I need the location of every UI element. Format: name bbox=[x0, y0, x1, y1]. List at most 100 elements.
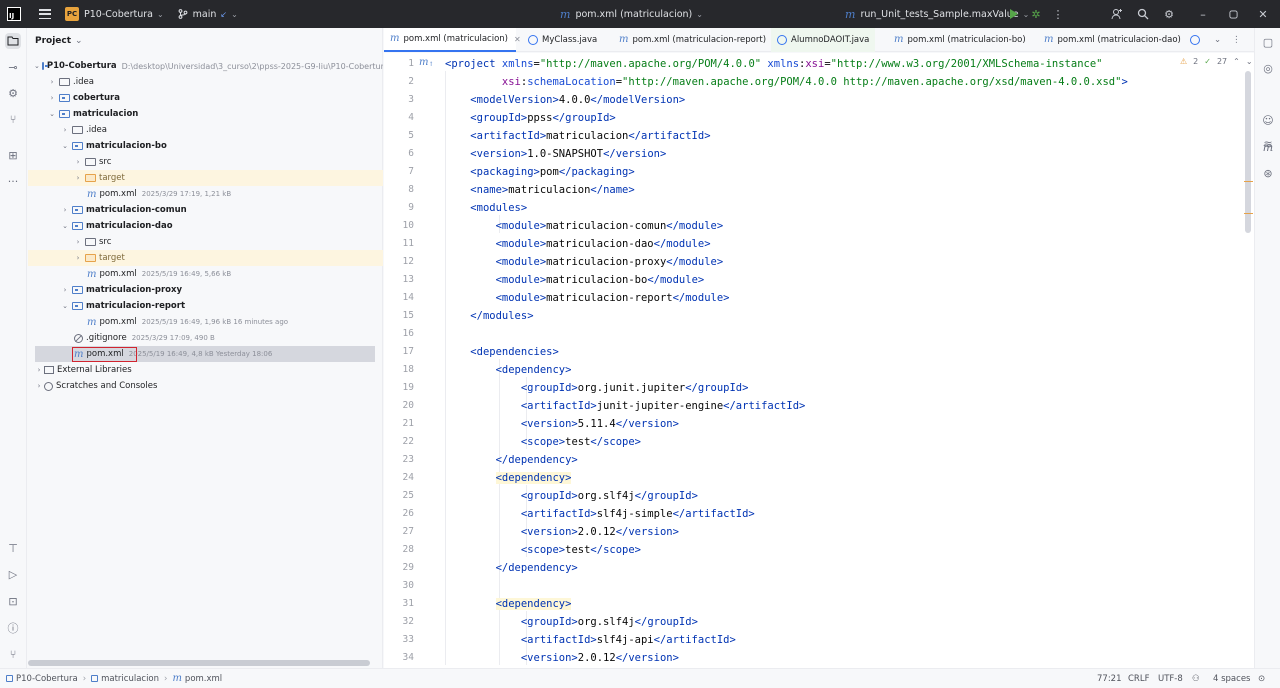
git-branch-switcher[interactable]: main bbox=[193, 9, 217, 20]
more-tools-icon[interactable]: ··· bbox=[5, 173, 21, 189]
code-line[interactable]: <version>2.0.12</version> bbox=[445, 523, 679, 541]
code-line[interactable]: <module>matriculacion-bo</module> bbox=[445, 271, 705, 289]
chevron-right-icon[interactable]: › bbox=[60, 286, 70, 294]
tree-row-src[interactable]: › src bbox=[28, 234, 383, 250]
main-menu-icon[interactable] bbox=[39, 9, 51, 19]
code-line[interactable]: <version>2.0.12</version> bbox=[445, 649, 679, 667]
line-number[interactable]: 11 bbox=[384, 235, 414, 253]
line-number[interactable]: 32 bbox=[384, 613, 414, 631]
commit-icon[interactable]: ⊸ bbox=[5, 59, 21, 75]
code-line[interactable]: <version>5.11.4</version> bbox=[445, 415, 679, 433]
vcs-status-icon[interactable]: ⚇ bbox=[1192, 669, 1200, 688]
chevron-down-icon[interactable]: ⌄ bbox=[34, 62, 40, 70]
structure-icon[interactable]: ⊞ bbox=[5, 147, 21, 163]
breadcrumb-project[interactable]: P10-Cobertura bbox=[16, 674, 78, 684]
tree-row-target[interactable]: › target bbox=[28, 170, 383, 186]
project-chevron-down-icon[interactable]: ⌄ bbox=[157, 10, 164, 19]
chevron-down-icon[interactable]: ⌄ bbox=[1246, 57, 1253, 66]
project-badge-icon[interactable]: PC bbox=[65, 7, 79, 21]
chevron-right-icon[interactable]: › bbox=[60, 206, 70, 214]
vertical-scrollbar[interactable] bbox=[1245, 71, 1251, 233]
code-line[interactable]: <dependency> bbox=[445, 361, 572, 379]
code-line[interactable]: <name>matriculacion</name> bbox=[445, 181, 634, 199]
breadcrumb-file[interactable]: pom.xml bbox=[185, 674, 222, 684]
line-number[interactable]: 12 bbox=[384, 253, 414, 271]
line-number[interactable]: 28 bbox=[384, 541, 414, 559]
tree-row-pom-dao[interactable]: m pom.xml 2025/5/19 16:49, 5,66 kB bbox=[28, 266, 383, 282]
code-line[interactable]: <modelVersion>4.0.0</modelVersion> bbox=[445, 91, 685, 109]
debug-icon[interactable]: ✲ bbox=[1029, 7, 1043, 21]
code-line[interactable]: <module>matriculacion-report</module> bbox=[445, 289, 730, 307]
tree-row-project-root[interactable]: ⌄ P10-Cobertura D:\desktop\Universidad\3… bbox=[28, 58, 383, 74]
restore-icon[interactable] bbox=[1226, 7, 1240, 21]
code-line[interactable]: <module>matriculacion-proxy</module> bbox=[445, 253, 724, 271]
file-encoding[interactable]: UTF-8 bbox=[1158, 669, 1183, 688]
tree-row-external-libraries[interactable]: › External Libraries bbox=[28, 362, 383, 378]
tree-row-matriculacion-report[interactable]: ⌄ matriculacion-report bbox=[28, 298, 383, 314]
line-number[interactable]: 3 bbox=[384, 91, 414, 109]
line-number[interactable]: 16 bbox=[384, 325, 414, 343]
caret-position[interactable]: 77:21 bbox=[1097, 669, 1122, 688]
tree-row-cobertura[interactable]: › cobertura bbox=[28, 90, 383, 106]
tab-pom-dao[interactable]: m pom.xml (matriculacion-dao) bbox=[1038, 28, 1187, 52]
line-number[interactable]: 19 bbox=[384, 379, 414, 397]
tabs-more-icon[interactable]: ⋮ bbox=[1232, 28, 1241, 52]
tab-pom-matriculacion[interactable]: m pom.xml (matriculacion) ✕ bbox=[384, 28, 521, 52]
endpoints-icon[interactable]: ⊛ bbox=[1260, 165, 1276, 181]
notifications-icon[interactable]: ▢ bbox=[1260, 34, 1276, 50]
maven-tool-icon[interactable]: m bbox=[1260, 139, 1276, 155]
add-user-icon[interactable] bbox=[1110, 7, 1124, 21]
line-number[interactable]: 27 bbox=[384, 523, 414, 541]
chevron-up-icon[interactable]: ⌃ bbox=[1233, 57, 1240, 66]
chevron-right-icon[interactable]: › bbox=[47, 94, 57, 102]
line-number[interactable]: 9 bbox=[384, 199, 414, 217]
run-icon[interactable] bbox=[1007, 7, 1021, 21]
tree-row-scratches[interactable]: › Scratches and Consoles bbox=[28, 378, 383, 394]
close-icon[interactable]: ✕ bbox=[1256, 7, 1270, 21]
line-number[interactable]: 31 bbox=[384, 595, 414, 613]
intellij-logo-icon[interactable]: IJ bbox=[7, 7, 21, 21]
line-number[interactable]: 21 bbox=[384, 415, 414, 433]
code-line[interactable]: xsi:schemaLocation="http://maven.apache.… bbox=[445, 73, 1128, 91]
line-number[interactable]: 8 bbox=[384, 181, 414, 199]
code-line[interactable]: <groupId>ppss</groupId> bbox=[445, 109, 615, 127]
code-line[interactable]: <groupId>org.slf4j</groupId> bbox=[445, 487, 698, 505]
tab-pom-report[interactable]: m pom.xml (matriculacion-report) bbox=[613, 28, 772, 52]
code-line[interactable]: <groupId>org.junit.jupiter</groupId> bbox=[445, 379, 749, 397]
line-number[interactable]: 20 bbox=[384, 397, 414, 415]
line-number[interactable]: 4 bbox=[384, 109, 414, 127]
code-line[interactable]: <scope>test</scope> bbox=[445, 541, 641, 559]
warning-stripe-mark[interactable] bbox=[1244, 181, 1253, 182]
tree-row-matriculacion-proxy[interactable]: › matriculacion-proxy bbox=[28, 282, 383, 298]
project-panel-header[interactable]: Project ⌄ bbox=[35, 36, 83, 46]
chevron-right-icon[interactable]: › bbox=[73, 238, 83, 246]
more-actions-icon[interactable]: ⋮ bbox=[1051, 7, 1065, 21]
tab-overflow-class-icon[interactable] bbox=[1190, 28, 1204, 52]
tree-row-pom-matriculacion[interactable]: m pom.xml 2025/5/19 16:49, 4,8 kB Yester… bbox=[35, 346, 375, 362]
code-line[interactable]: <modules> bbox=[445, 199, 527, 217]
problems-icon[interactable]: ⓘ bbox=[5, 620, 21, 636]
line-number[interactable]: 15 bbox=[384, 307, 414, 325]
line-number[interactable]: 34 bbox=[384, 649, 414, 667]
code-line[interactable]: <artifactId>matriculacion</artifactId> bbox=[445, 127, 710, 145]
indent-setting[interactable]: 4 spaces bbox=[1213, 669, 1250, 688]
build-hammer-icon[interactable]: ⊤ bbox=[5, 540, 21, 556]
line-number[interactable]: 14 bbox=[384, 289, 414, 307]
project-switcher[interactable]: P10-Cobertura bbox=[84, 9, 153, 20]
code-line[interactable]: <project xmlns="http://maven.apache.org/… bbox=[445, 55, 1102, 73]
line-number[interactable]: 26 bbox=[384, 505, 414, 523]
chevron-right-icon[interactable]: › bbox=[73, 158, 83, 166]
breadcrumb-module[interactable]: matriculacion bbox=[101, 674, 159, 684]
chevron-right-icon[interactable]: › bbox=[73, 254, 83, 262]
tabs-list-chevron-down-icon[interactable]: ⌄ bbox=[1214, 28, 1221, 52]
tree-row-target[interactable]: › target bbox=[28, 250, 383, 266]
copilot-icon[interactable]: ☺ bbox=[1260, 112, 1276, 128]
tree-row-matriculacion-dao[interactable]: ⌄ matriculacion-dao bbox=[28, 218, 383, 234]
line-number[interactable]: 13 bbox=[384, 271, 414, 289]
line-number[interactable]: 33 bbox=[384, 631, 414, 649]
tab-alumnodaoit[interactable]: AlumnoDAOIT.java bbox=[771, 28, 876, 52]
chevron-right-icon[interactable]: › bbox=[34, 366, 44, 374]
git-icon[interactable]: ⑂ bbox=[5, 646, 21, 662]
project-tool-folder-icon[interactable] bbox=[5, 33, 21, 49]
tree-row-pom-report[interactable]: m pom.xml 2025/5/19 16:49, 1,96 kB 16 mi… bbox=[28, 314, 383, 330]
